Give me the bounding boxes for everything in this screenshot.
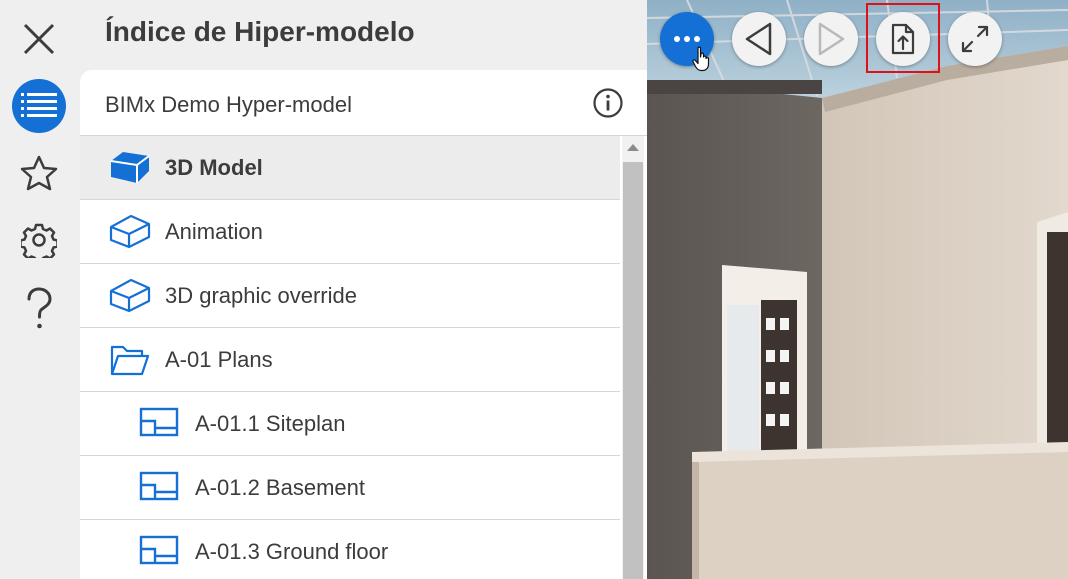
list-item[interactable]: Animation xyxy=(80,200,620,264)
list-item-label: 3D Model xyxy=(165,155,263,180)
list-item[interactable]: A-01.3 Ground floor xyxy=(80,520,620,579)
cube-filled-icon xyxy=(110,152,150,183)
forward-button[interactable] xyxy=(804,12,858,66)
model-name: BIMx Demo Hyper-model xyxy=(105,92,352,117)
cube-outline-icon xyxy=(109,278,151,313)
list-item[interactable]: 3D graphic override xyxy=(80,264,620,328)
list-item-label: A-01 Plans xyxy=(165,347,273,372)
index-panel: BIMx Demo Hyper-model 3D Model Animation… xyxy=(80,70,647,579)
back-icon xyxy=(745,22,772,56)
fullscreen-button[interactable] xyxy=(948,12,1002,66)
plan-sheet-icon xyxy=(139,407,179,437)
info-icon[interactable] xyxy=(592,87,624,119)
list-item-label: A-01.1 Siteplan xyxy=(195,411,346,436)
list-item[interactable]: A-01 Plans xyxy=(80,328,620,392)
scroll-up-arrow-icon[interactable] xyxy=(627,144,639,151)
scrollbar-thumb[interactable] xyxy=(623,162,643,579)
list-item-label: Animation xyxy=(165,219,263,244)
more-icon xyxy=(674,36,700,42)
list-item-label: A-01.3 Ground floor xyxy=(195,539,389,564)
settings-button[interactable] xyxy=(12,213,66,267)
close-button[interactable] xyxy=(12,12,66,66)
list-item[interactable]: A-01.2 Basement xyxy=(80,456,620,520)
gear-icon xyxy=(21,223,57,258)
help-button[interactable] xyxy=(12,282,66,336)
list-icon xyxy=(21,93,57,117)
building-render xyxy=(647,0,1068,579)
star-icon xyxy=(20,155,58,191)
side-rail xyxy=(0,0,80,579)
index-button[interactable] xyxy=(12,79,66,133)
plan-sheet-icon xyxy=(139,471,179,501)
page-title: Índice de Hiper-modelo xyxy=(105,16,415,47)
fullscreen-icon xyxy=(961,25,989,53)
list-item-label: 3D graphic override xyxy=(165,283,357,308)
forward-icon xyxy=(818,22,845,56)
back-button[interactable] xyxy=(732,12,786,66)
list-item-label: A-01.2 Basement xyxy=(195,475,365,500)
help-icon xyxy=(27,287,52,329)
model-header: BIMx Demo Hyper-model xyxy=(80,70,647,136)
highlight-box xyxy=(866,3,940,73)
close-icon xyxy=(23,23,55,55)
list-item[interactable]: 3D Model xyxy=(80,136,620,200)
list-item[interactable]: A-01.1 Siteplan xyxy=(80,392,620,456)
favorites-button[interactable] xyxy=(12,146,66,200)
index-list: 3D Model Animation 3D graphic override A… xyxy=(80,136,620,579)
cube-outline-icon xyxy=(109,214,151,249)
folder-icon xyxy=(110,345,150,376)
model-viewport[interactable] xyxy=(647,0,1068,579)
plan-sheet-icon xyxy=(139,535,179,565)
hand-cursor-icon xyxy=(692,46,710,72)
